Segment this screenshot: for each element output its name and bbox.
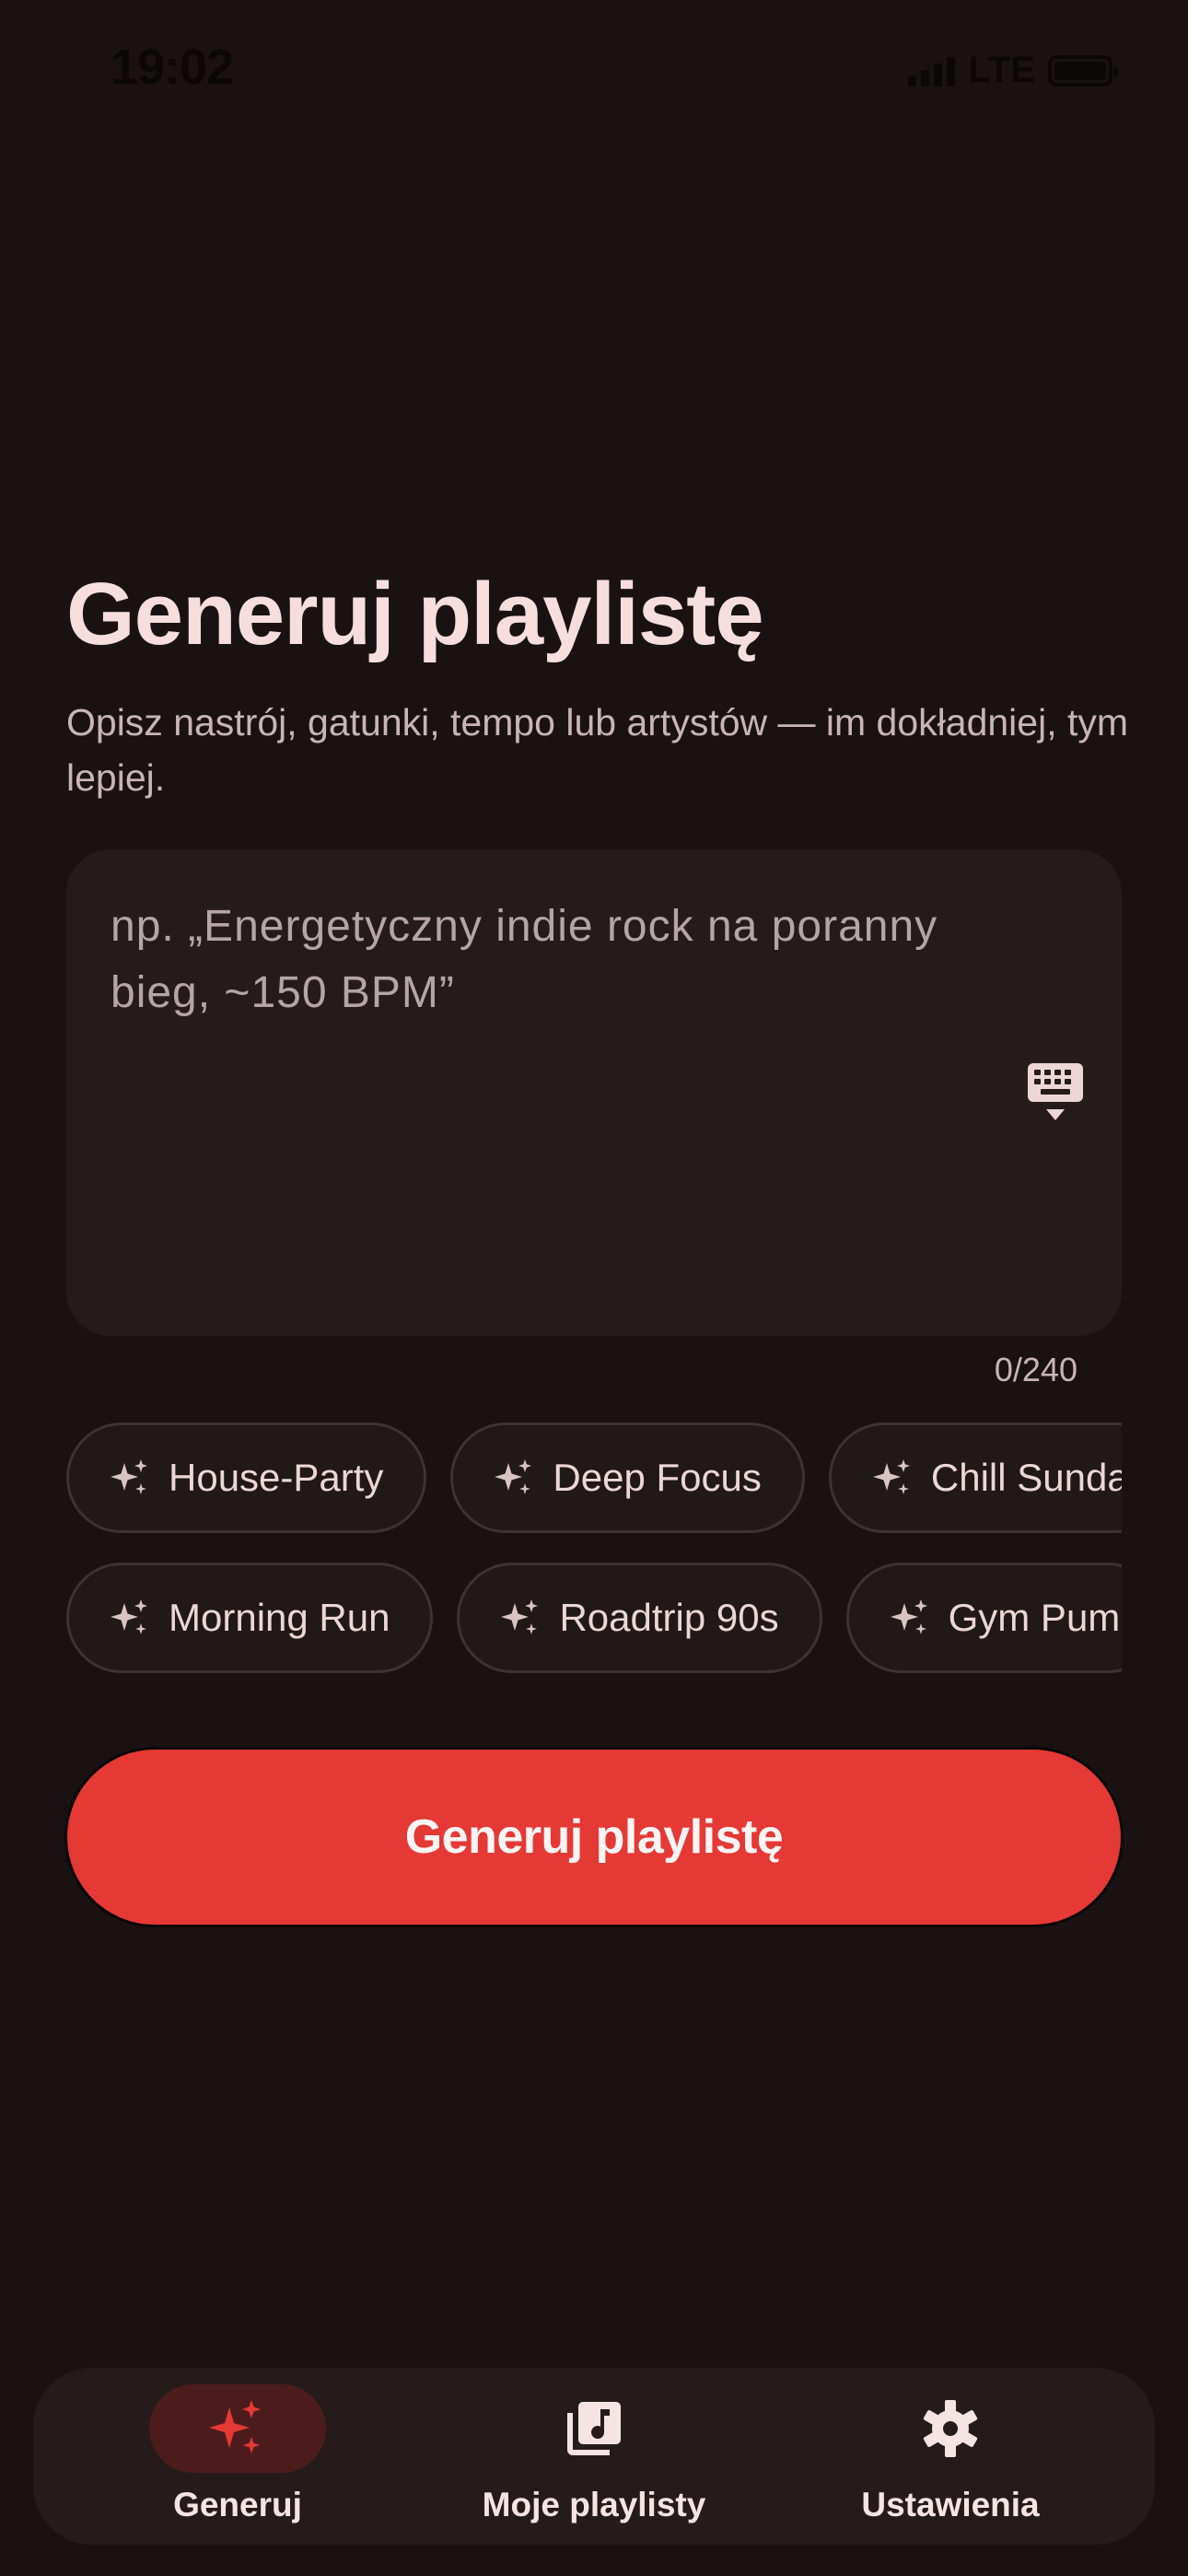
nav-item-generuj[interactable]: Generuj: [72, 2368, 403, 2545]
status-bar: 19:02 LTE: [0, 0, 1188, 138]
keyboard-hide-icon[interactable]: [1026, 1061, 1085, 1126]
status-indicators: LTE: [908, 50, 1118, 91]
nav-icon-container: [862, 2384, 1039, 2473]
chip-label: Chill Sunda: [930, 1456, 1122, 1499]
generate-button-label: Generuj playlistę: [404, 1810, 784, 1864]
page-subtitle: Opisz nastrój, gatunki, tempo lub artyst…: [66, 701, 1129, 799]
chip-deep-focus[interactable]: Deep Focus: [450, 1423, 805, 1533]
chip-gym-pump[interactable]: Gym Pum: [845, 1563, 1122, 1673]
gear-icon: [923, 2400, 978, 2457]
chip-label: Gym Pum: [948, 1596, 1121, 1639]
nav-label: Generuj: [173, 2486, 302, 2523]
nav-item-ustawienia[interactable]: Ustawienia: [785, 2368, 1116, 2545]
suggestion-chips: House-Party Deep Focus Chill Sunda Morni…: [66, 1423, 1122, 1680]
chip-chill-sunday[interactable]: Chill Sunda: [828, 1423, 1122, 1533]
sparkle-icon: [890, 1599, 927, 1634]
nav-icon-container: [506, 2384, 682, 2473]
nav-item-moje-playlisty[interactable]: Moje playlisty: [428, 2368, 760, 2545]
chip-house-party[interactable]: House-Party: [66, 1423, 427, 1533]
nav-label: Ustawienia: [861, 2486, 1040, 2523]
music-library-icon: [567, 2402, 621, 2455]
chip-label: Morning Run: [169, 1596, 390, 1639]
battery-icon: [1048, 54, 1118, 87]
prompt-box: [66, 849, 1122, 1336]
nav-active-indicator: [149, 2384, 326, 2473]
chip-roadtrip-90s[interactable]: Roadtrip 90s: [457, 1563, 822, 1673]
generate-playlist-button[interactable]: Generuj playlistę: [64, 1747, 1124, 1927]
chip-label: Roadtrip 90s: [559, 1596, 779, 1639]
sparkle-icon: [209, 2400, 261, 2453]
page-title: Generuj playlistę: [66, 565, 764, 663]
chip-label: Deep Focus: [553, 1456, 762, 1499]
chip-morning-run[interactable]: Morning Run: [66, 1563, 434, 1673]
nav-label: Moje playlisty: [482, 2486, 706, 2523]
chip-label: House-Party: [169, 1456, 384, 1499]
character-counter: 0/240: [994, 1351, 1077, 1388]
chip-row: House-Party Deep Focus Chill Sunda: [66, 1423, 1122, 1533]
status-time: 19:02: [111, 40, 234, 95]
sparkle-icon: [495, 1459, 532, 1494]
sparkle-icon: [111, 1459, 147, 1494]
bottom-nav: Generuj Moje playlisty Ustawienia: [33, 2368, 1155, 2545]
sparkle-icon: [872, 1459, 910, 1494]
chip-row: Morning Run Roadtrip 90s Gym Pum: [66, 1563, 1122, 1673]
prompt-input[interactable]: [111, 894, 1013, 1262]
network-type: LTE: [968, 50, 1035, 90]
signal-icon: [908, 55, 956, 87]
sparkle-icon: [111, 1599, 147, 1634]
sparkle-icon: [501, 1599, 539, 1634]
